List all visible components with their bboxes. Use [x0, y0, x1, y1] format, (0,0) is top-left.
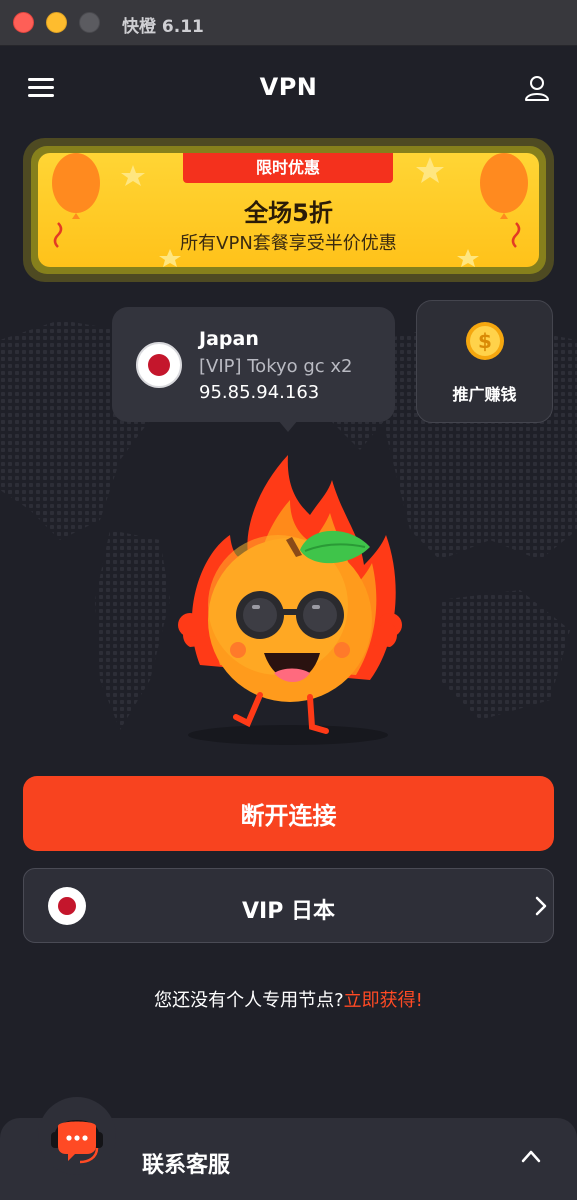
- orange-mascot-illustration: [178, 455, 402, 745]
- promo-banner-card: 限时优惠 全场5折 所有VPN套餐享受半价优惠: [38, 153, 539, 267]
- server-node-name: [VIP] Tokyo gc x2: [199, 356, 353, 377]
- location-label: VIP 日本: [242, 899, 335, 924]
- window-zoom-button[interactable]: [79, 12, 100, 33]
- current-server-card[interactable]: Japan [VIP] Tokyo gc x2 95.85.94.163: [112, 307, 395, 432]
- server-ip-address: 95.85.94.163: [199, 382, 320, 403]
- user-icon[interactable]: [523, 74, 551, 102]
- get-now-link[interactable]: 立即获得!: [344, 990, 423, 1011]
- chevron-right-icon: [535, 896, 547, 916]
- contact-support-label: 联系客服: [142, 1153, 231, 1178]
- coin-icon: $: [466, 322, 504, 360]
- location-selector[interactable]: VIP 日本: [23, 868, 554, 943]
- svg-text:$: $: [478, 329, 492, 353]
- page-title: VPN: [259, 73, 318, 101]
- headset-chat-icon[interactable]: [48, 1106, 106, 1168]
- dedicated-node-text: 您还没有个人专用节点?: [154, 990, 344, 1011]
- promo-banner[interactable]: 限时优惠 全场5折 所有VPN套餐享受半价优惠: [23, 138, 554, 282]
- server-country: Japan: [199, 328, 259, 350]
- window-titlebar: 快橙 6.11: [0, 0, 577, 46]
- dedicated-node-prompt: 您还没有个人专用节点?立即获得!: [0, 986, 577, 1012]
- promo-headline: 全场5折: [244, 199, 333, 227]
- window-close-button[interactable]: [13, 12, 34, 33]
- window-title: 快橙 6.11: [122, 17, 204, 37]
- promo-tag: 限时优惠: [183, 153, 393, 183]
- promo-banner-frame: 限时优惠 全场5折 所有VPN套餐享受半价优惠: [31, 146, 546, 274]
- disconnect-button[interactable]: 断开连接: [23, 776, 554, 851]
- promote-earn-button[interactable]: $ 推广赚钱: [416, 300, 553, 423]
- chevron-up-icon[interactable]: [521, 1149, 541, 1163]
- window-minimize-button[interactable]: [46, 12, 67, 33]
- promote-earn-label: 推广赚钱: [452, 385, 517, 404]
- japan-flag-icon: [136, 342, 182, 388]
- promo-subtitle: 所有VPN套餐享受半价优惠: [180, 233, 397, 254]
